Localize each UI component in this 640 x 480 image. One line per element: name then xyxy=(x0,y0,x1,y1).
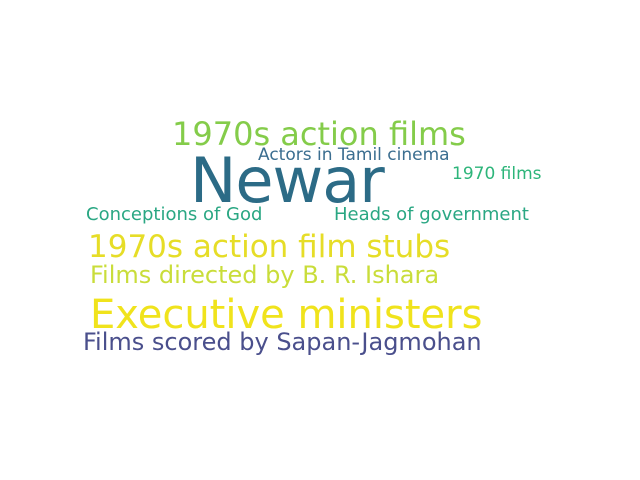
word-newar: Newar xyxy=(190,144,385,217)
word-heads-of-government: Heads of government xyxy=(334,204,529,225)
word-1970s-action-film-stubs: 1970s action film stubs xyxy=(88,229,451,265)
word-conceptions-of-god: Conceptions of God xyxy=(86,204,263,225)
word-cloud: 1970s action films Actors in Tamil cinem… xyxy=(0,0,640,480)
word-1970-films: 1970 films xyxy=(452,164,542,184)
word-films-directed-by-ishara: Films directed by B. R. Ishara xyxy=(90,261,440,289)
word-films-scored-by-sapan-jagmohan: Films scored by Sapan-Jagmohan xyxy=(83,328,482,356)
